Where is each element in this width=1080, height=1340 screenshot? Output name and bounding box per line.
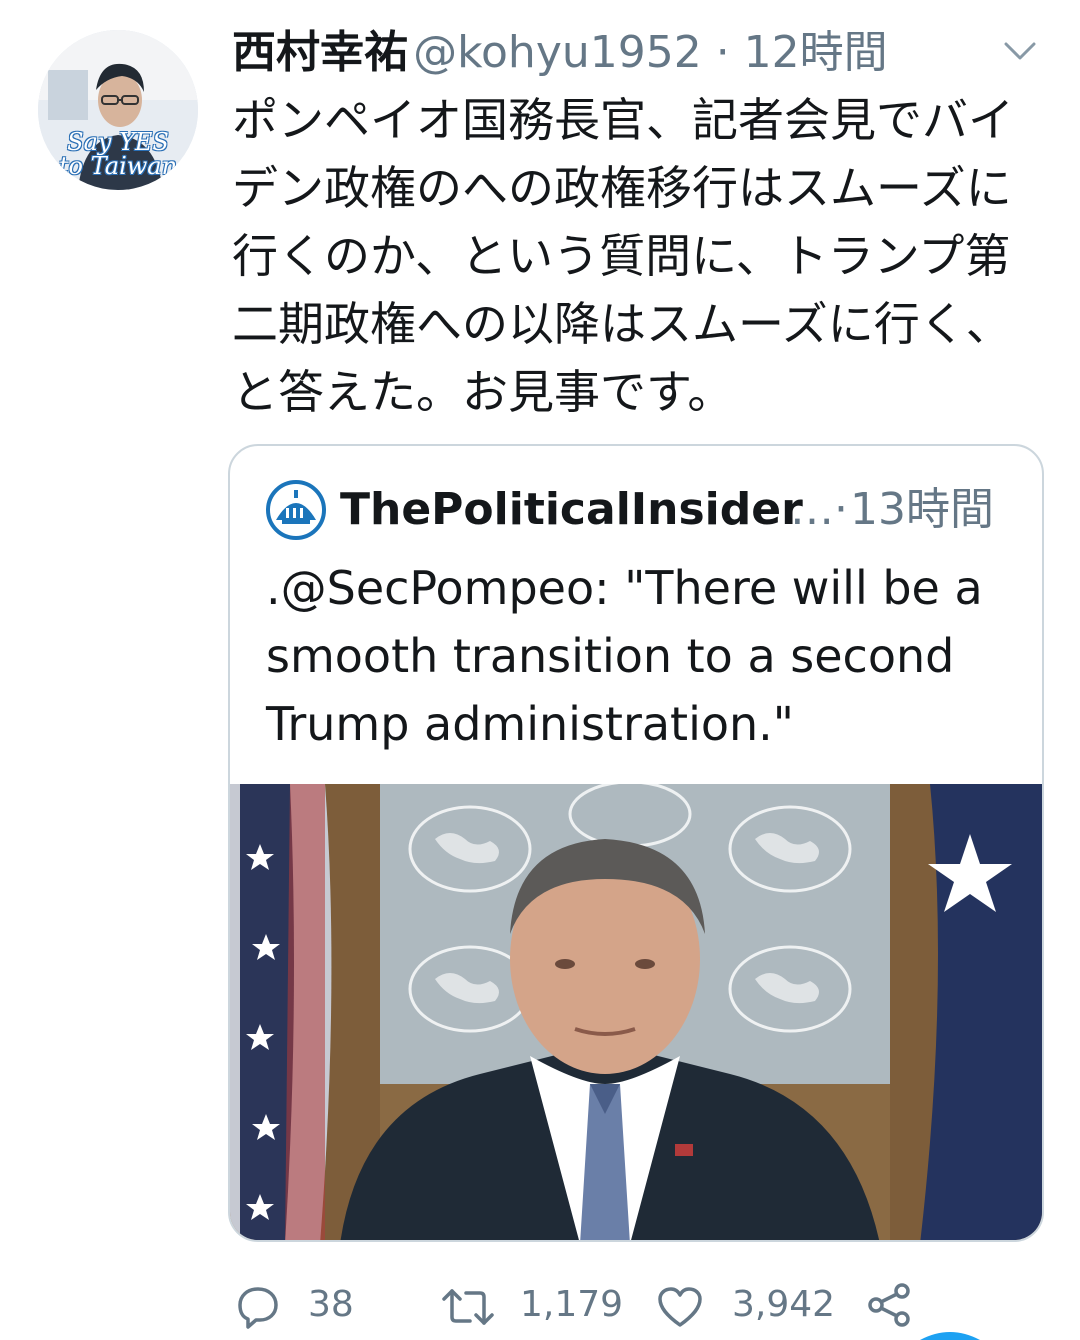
avatar[interactable]: Say YES to Taiwan bbox=[38, 30, 198, 190]
chevron-down-icon[interactable] bbox=[1000, 36, 1040, 66]
like-icon bbox=[658, 1287, 702, 1327]
share-icon bbox=[868, 1283, 910, 1327]
quoted-tweet[interactable]: ThePoliticalInsider …· 13時間 .@SecPompeo:… bbox=[228, 444, 1044, 1242]
quoted-tweet-text: .@SecPompeo: "There will be a smooth tra… bbox=[266, 561, 983, 751]
share-button[interactable] bbox=[866, 1280, 916, 1330]
display-name[interactable]: 西村幸祐 bbox=[232, 27, 408, 78]
quoted-media[interactable] bbox=[230, 784, 1042, 1240]
like-button[interactable]: 3,942 bbox=[656, 1280, 836, 1330]
quoted-time[interactable]: 13時間 bbox=[850, 480, 994, 540]
tweet-text: ポンペイオ国務長官、記者会見でバイデン政権のへの政権移行はスムーズに行くのか、と… bbox=[232, 93, 1014, 419]
tweet-header: 西村幸祐 @kohyu1952 · 12時間 bbox=[232, 22, 888, 84]
capitol-logo-icon[interactable] bbox=[266, 480, 326, 540]
handle-and-time[interactable]: @kohyu1952 · 12時間 bbox=[413, 27, 888, 78]
reply-button[interactable]: 38 bbox=[236, 1280, 366, 1330]
floating-button-edge bbox=[920, 1332, 980, 1340]
retweet-icon bbox=[442, 1289, 494, 1325]
retweet-count: 1,179 bbox=[520, 1284, 624, 1325]
press-briefing-image bbox=[230, 784, 1042, 1240]
tweet-actions: 38 1,179 3,942 bbox=[0, 1270, 1080, 1340]
quoted-ellipsis: …· bbox=[790, 484, 848, 535]
avatar-caption-line2: to Taiwan bbox=[58, 152, 178, 180]
reply-icon bbox=[238, 1287, 278, 1329]
like-count: 3,942 bbox=[732, 1284, 836, 1325]
retweet-button[interactable]: 1,179 bbox=[440, 1280, 630, 1330]
reply-count: 38 bbox=[308, 1284, 354, 1325]
quoted-display-name[interactable]: ThePoliticalInsider bbox=[340, 480, 803, 540]
